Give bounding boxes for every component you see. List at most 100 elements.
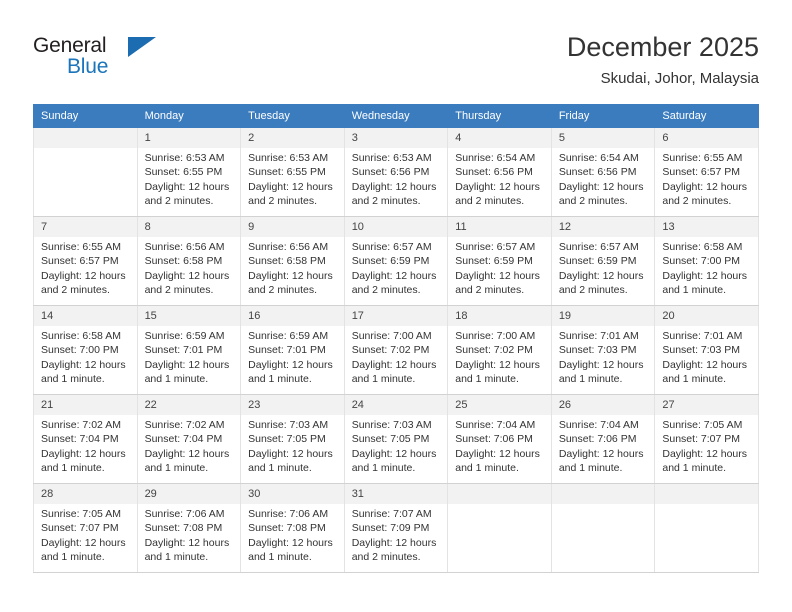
calendar-day-details: Sunrise: 6:53 AM Sunset: 6:55 PM Daylight:… bbox=[138, 148, 241, 209]
calendar-day-details: Sunrise: 7:02 AM Sunset: 7:04 PM Daylight:… bbox=[34, 415, 137, 476]
sunset-text: Sunset: 6:59 PM bbox=[455, 255, 533, 268]
daylight-text-line2: and 1 minute. bbox=[41, 462, 105, 475]
brand-logo[interactable]: General Blue bbox=[33, 34, 233, 84]
calendar-day-cell[interactable]: 8 Sunrise: 6:56 AM Sunset: 6:58 PM Daylight… bbox=[136, 216, 242, 306]
calendar-day-cell[interactable]: 31 Sunrise: 7:07 AM Sunset: 7:09 PM Dayligh… bbox=[343, 483, 449, 573]
calendar-day-cell[interactable]: 30 Sunrise: 7:06 AM Sunset: 7:08 PM Dayligh… bbox=[240, 483, 345, 573]
calendar-day-content: 19 Sunrise: 7:01 AM Sunset: 7:03 PM Dayligh… bbox=[551, 306, 655, 394]
calendar-day-number: 21 bbox=[34, 395, 137, 415]
weekday-header-saturday: Saturday bbox=[654, 104, 759, 128]
calendar-day-cell[interactable]: 13 Sunrise: 6:58 AM Sunset: 7:00 PM Dayligh… bbox=[654, 216, 759, 306]
calendar-day-cell[interactable]: 27 Sunrise: 7:05 AM Sunset: 7:07 PM Dayligh… bbox=[654, 394, 759, 484]
calendar-day-details: Sunrise: 7:01 AM Sunset: 7:03 PM Daylight:… bbox=[552, 326, 655, 387]
sunset-text: Sunset: 6:57 PM bbox=[662, 166, 741, 179]
calendar-day-cell[interactable]: 29 Sunrise: 7:06 AM Sunset: 7:08 PM Dayligh… bbox=[136, 483, 242, 573]
calendar-day-content: 5 Sunrise: 6:54 AM Sunset: 6:56 PM Daylight… bbox=[551, 128, 655, 216]
sunset-text: Sunset: 6:56 PM bbox=[558, 166, 637, 179]
calendar-day-number: 5 bbox=[551, 128, 655, 148]
calendar-day-content: 12 Sunrise: 6:57 AM Sunset: 6:59 PM Dayligh… bbox=[551, 217, 655, 305]
sunrise-text: Sunrise: 7:06 AM bbox=[144, 508, 225, 520]
calendar-page: General Blue December 2025 Skudai, Johor… bbox=[0, 0, 792, 612]
calendar-day-number: 11 bbox=[448, 217, 551, 237]
sunrise-text: Sunrise: 6:59 AM bbox=[144, 330, 225, 342]
daylight-text-line2: and 2 minutes. bbox=[455, 195, 525, 208]
calendar-week-row: 21 Sunrise: 7:02 AM Sunset: 7:04 PM Dayligh… bbox=[33, 394, 759, 484]
calendar-day-cell[interactable]: 22 Sunrise: 7:02 AM Sunset: 7:04 PM Dayligh… bbox=[136, 394, 242, 484]
calendar-day-cell[interactable]: 19 Sunrise: 7:01 AM Sunset: 7:03 PM Dayligh… bbox=[550, 305, 656, 395]
daylight-text-line1: Daylight: 12 hours bbox=[144, 269, 230, 282]
daylight-text-line1: Daylight: 12 hours bbox=[558, 447, 644, 460]
calendar-day-number: 26 bbox=[551, 395, 655, 415]
calendar-day-number: 7 bbox=[34, 217, 137, 237]
daylight-text-line1: Daylight: 12 hours bbox=[662, 447, 748, 460]
sunset-text: Sunset: 6:59 PM bbox=[351, 255, 430, 268]
calendar-day-cell[interactable]: 10 Sunrise: 6:57 AM Sunset: 6:59 PM Dayligh… bbox=[343, 216, 449, 306]
calendar-day-cell[interactable]: 5 Sunrise: 6:54 AM Sunset: 6:56 PM Daylight… bbox=[550, 127, 656, 217]
calendar-day-content: 20 Sunrise: 7:01 AM Sunset: 7:03 PM Dayligh… bbox=[655, 306, 758, 394]
calendar-day-cell-empty bbox=[447, 483, 552, 573]
calendar-day-details: Sunrise: 6:54 AM Sunset: 6:56 PM Daylight:… bbox=[552, 148, 655, 209]
daylight-text-line1: Daylight: 12 hours bbox=[248, 536, 333, 549]
daylight-text-line1: Daylight: 12 hours bbox=[455, 447, 540, 460]
calendar-day-cell[interactable]: 28 Sunrise: 7:05 AM Sunset: 7:07 PM Dayligh… bbox=[33, 483, 138, 573]
calendar-day-number bbox=[34, 128, 137, 148]
calendar-day-cell[interactable]: 14 Sunrise: 6:58 AM Sunset: 7:00 PM Dayligh… bbox=[33, 305, 138, 395]
sunset-text: Sunset: 7:02 PM bbox=[351, 344, 430, 357]
calendar-day-details: Sunrise: 7:04 AM Sunset: 7:06 PM Daylight:… bbox=[552, 415, 655, 476]
sunrise-text: Sunrise: 7:02 AM bbox=[144, 419, 225, 431]
calendar-day-cell[interactable]: 18 Sunrise: 7:00 AM Sunset: 7:02 PM Dayligh… bbox=[447, 305, 552, 395]
daylight-text-line1: Daylight: 12 hours bbox=[662, 180, 748, 193]
calendar-day-cell[interactable]: 2 Sunrise: 6:53 AM Sunset: 6:55 PM Daylight… bbox=[240, 127, 345, 217]
calendar-day-number: 22 bbox=[137, 395, 241, 415]
calendar-day-cell[interactable]: 25 Sunrise: 7:04 AM Sunset: 7:06 PM Dayligh… bbox=[447, 394, 552, 484]
calendar-day-cell[interactable]: 17 Sunrise: 7:00 AM Sunset: 7:02 PM Dayligh… bbox=[343, 305, 449, 395]
calendar-week-row: 14 Sunrise: 6:58 AM Sunset: 7:00 PM Dayligh… bbox=[33, 305, 759, 395]
calendar-day-number: 6 bbox=[655, 128, 758, 148]
calendar-day-cell[interactable]: 6 Sunrise: 6:55 AM Sunset: 6:57 PM Daylight… bbox=[654, 127, 759, 217]
sunset-text: Sunset: 7:02 PM bbox=[455, 344, 533, 357]
calendar-day-number: 2 bbox=[241, 128, 344, 148]
calendar-day-details: Sunrise: 7:05 AM Sunset: 7:07 PM Daylight:… bbox=[34, 504, 137, 565]
sunset-text: Sunset: 7:06 PM bbox=[455, 433, 533, 446]
calendar-day-cell[interactable]: 16 Sunrise: 6:59 AM Sunset: 7:01 PM Dayligh… bbox=[240, 305, 345, 395]
calendar-day-cell[interactable]: 24 Sunrise: 7:03 AM Sunset: 7:05 PM Dayligh… bbox=[343, 394, 449, 484]
sunset-text: Sunset: 7:04 PM bbox=[144, 433, 223, 446]
calendar-day-cell[interactable]: 20 Sunrise: 7:01 AM Sunset: 7:03 PM Dayligh… bbox=[654, 305, 759, 395]
calendar-day-number: 23 bbox=[241, 395, 344, 415]
daylight-text-line1: Daylight: 12 hours bbox=[144, 447, 230, 460]
sunset-text: Sunset: 7:07 PM bbox=[41, 522, 119, 535]
calendar-day-cell[interactable]: 4 Sunrise: 6:54 AM Sunset: 6:56 PM Daylight… bbox=[447, 127, 552, 217]
sunset-text: Sunset: 7:08 PM bbox=[248, 522, 326, 535]
sunrise-text: Sunrise: 7:00 AM bbox=[455, 330, 536, 342]
calendar-day-content: 14 Sunrise: 6:58 AM Sunset: 7:00 PM Dayligh… bbox=[34, 306, 137, 394]
calendar-day-cell[interactable]: 12 Sunrise: 6:57 AM Sunset: 6:59 PM Dayligh… bbox=[550, 216, 656, 306]
calendar-day-cell[interactable]: 1 Sunrise: 6:53 AM Sunset: 6:55 PM Daylight… bbox=[136, 127, 242, 217]
calendar-day-details: Sunrise: 6:57 AM Sunset: 6:59 PM Daylight:… bbox=[448, 237, 551, 298]
calendar-day-content: 24 Sunrise: 7:03 AM Sunset: 7:05 PM Dayligh… bbox=[344, 395, 448, 483]
calendar-day-details: Sunrise: 7:06 AM Sunset: 7:08 PM Daylight:… bbox=[241, 504, 344, 565]
daylight-text-line1: Daylight: 12 hours bbox=[662, 358, 748, 371]
daylight-text-line2: and 2 minutes. bbox=[144, 284, 214, 297]
sunrise-text: Sunrise: 7:01 AM bbox=[558, 330, 639, 342]
calendar-day-cell[interactable]: 26 Sunrise: 7:04 AM Sunset: 7:06 PM Dayligh… bbox=[550, 394, 656, 484]
sunset-text: Sunset: 6:56 PM bbox=[351, 166, 430, 179]
calendar-day-cell[interactable]: 15 Sunrise: 6:59 AM Sunset: 7:01 PM Dayligh… bbox=[136, 305, 242, 395]
calendar-day-details: Sunrise: 7:05 AM Sunset: 7:07 PM Daylight:… bbox=[655, 415, 758, 476]
calendar-day-content: 17 Sunrise: 7:00 AM Sunset: 7:02 PM Dayligh… bbox=[344, 306, 448, 394]
daylight-text-line1: Daylight: 12 hours bbox=[41, 358, 126, 371]
calendar-day-cell[interactable]: 23 Sunrise: 7:03 AM Sunset: 7:05 PM Dayligh… bbox=[240, 394, 345, 484]
calendar-week-row: 28 Sunrise: 7:05 AM Sunset: 7:07 PM Dayligh… bbox=[33, 483, 759, 573]
calendar-day-cell[interactable]: 3 Sunrise: 6:53 AM Sunset: 6:56 PM Daylight… bbox=[343, 127, 449, 217]
calendar-day-cell[interactable]: 9 Sunrise: 6:56 AM Sunset: 6:58 PM Daylight… bbox=[240, 216, 345, 306]
calendar-grid: Sunday Monday Tuesday Wednesday Thursday… bbox=[33, 104, 759, 573]
calendar-day-cell[interactable]: 11 Sunrise: 6:57 AM Sunset: 6:59 PM Dayligh… bbox=[447, 216, 552, 306]
calendar-day-cell[interactable]: 7 Sunrise: 6:55 AM Sunset: 6:57 PM Daylight… bbox=[33, 216, 138, 306]
daylight-text-line2: and 2 minutes. bbox=[558, 195, 628, 208]
daylight-text-line2: and 2 minutes. bbox=[351, 195, 421, 208]
sunrise-text: Sunrise: 7:06 AM bbox=[248, 508, 329, 520]
calendar-day-content: 31 Sunrise: 7:07 AM Sunset: 7:09 PM Dayligh… bbox=[344, 484, 448, 572]
sunset-text: Sunset: 7:01 PM bbox=[248, 344, 326, 357]
calendar-day-number: 20 bbox=[655, 306, 758, 326]
sunset-text: Sunset: 7:09 PM bbox=[351, 522, 430, 535]
calendar-day-cell[interactable]: 21 Sunrise: 7:02 AM Sunset: 7:04 PM Dayligh… bbox=[33, 394, 138, 484]
